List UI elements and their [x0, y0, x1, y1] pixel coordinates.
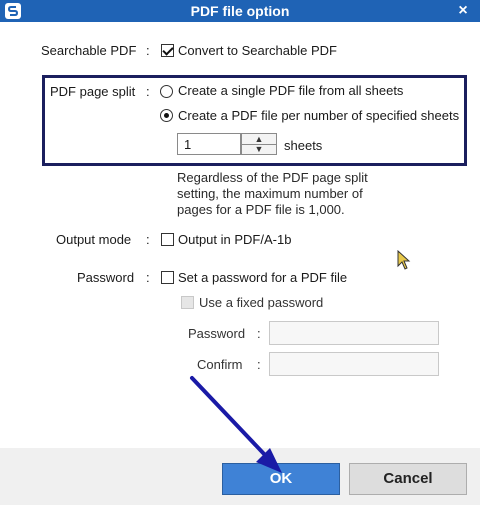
spin-down-icon[interactable]: ▼	[242, 144, 276, 154]
confirm-input[interactable]	[269, 352, 439, 376]
fixed-password-checkbox[interactable]	[181, 296, 194, 309]
close-icon[interactable]: ×	[454, 2, 472, 20]
mouse-pointer-icon	[397, 250, 411, 270]
sheets-count-input[interactable]: 1	[177, 133, 241, 155]
title-bar: PDF file option ×	[0, 0, 480, 22]
per-sheets-option-label[interactable]: Create a PDF file per number of specifie…	[178, 108, 459, 123]
convert-searchable-checkbox[interactable]	[161, 44, 174, 57]
per-sheets-radio[interactable]	[160, 109, 173, 122]
password-field-colon: :	[257, 326, 261, 341]
page-split-label: PDF page split	[50, 84, 136, 99]
convert-searchable-label[interactable]: Convert to Searchable PDF	[178, 43, 337, 58]
ok-button[interactable]: OK	[222, 463, 340, 495]
single-pdf-radio[interactable]	[160, 85, 173, 98]
output-mode-label: Output mode	[56, 232, 132, 247]
pdfa-checkbox[interactable]	[161, 233, 174, 246]
pdfa-option-label[interactable]: Output in PDF/A-1b	[178, 232, 291, 247]
confirm-field-label: Confirm	[197, 357, 243, 372]
sheets-unit-label: sheets	[284, 138, 323, 153]
password-section-label: Password	[77, 270, 135, 285]
set-password-checkbox[interactable]	[161, 271, 174, 284]
fixed-password-label: Use a fixed password	[199, 295, 324, 310]
password-input[interactable]	[269, 321, 439, 345]
searchable-pdf-label: Searchable PDF	[41, 43, 137, 58]
password-field-label: Password	[188, 326, 246, 341]
searchable-pdf-colon: :	[146, 43, 150, 58]
page-split-note: Regardless of the PDF page split setting…	[177, 170, 368, 217]
page-split-colon: :	[146, 84, 150, 99]
password-section-colon: :	[146, 270, 150, 285]
set-password-label[interactable]: Set a password for a PDF file	[178, 270, 347, 285]
sheets-spinner[interactable]: ▲ ▼	[241, 133, 277, 155]
window-title: PDF file option	[190, 3, 290, 19]
cancel-button[interactable]: Cancel	[349, 463, 467, 495]
output-mode-colon: :	[146, 232, 150, 247]
confirm-field-colon: :	[257, 357, 261, 372]
single-pdf-option-label[interactable]: Create a single PDF file from all sheets	[178, 83, 403, 98]
